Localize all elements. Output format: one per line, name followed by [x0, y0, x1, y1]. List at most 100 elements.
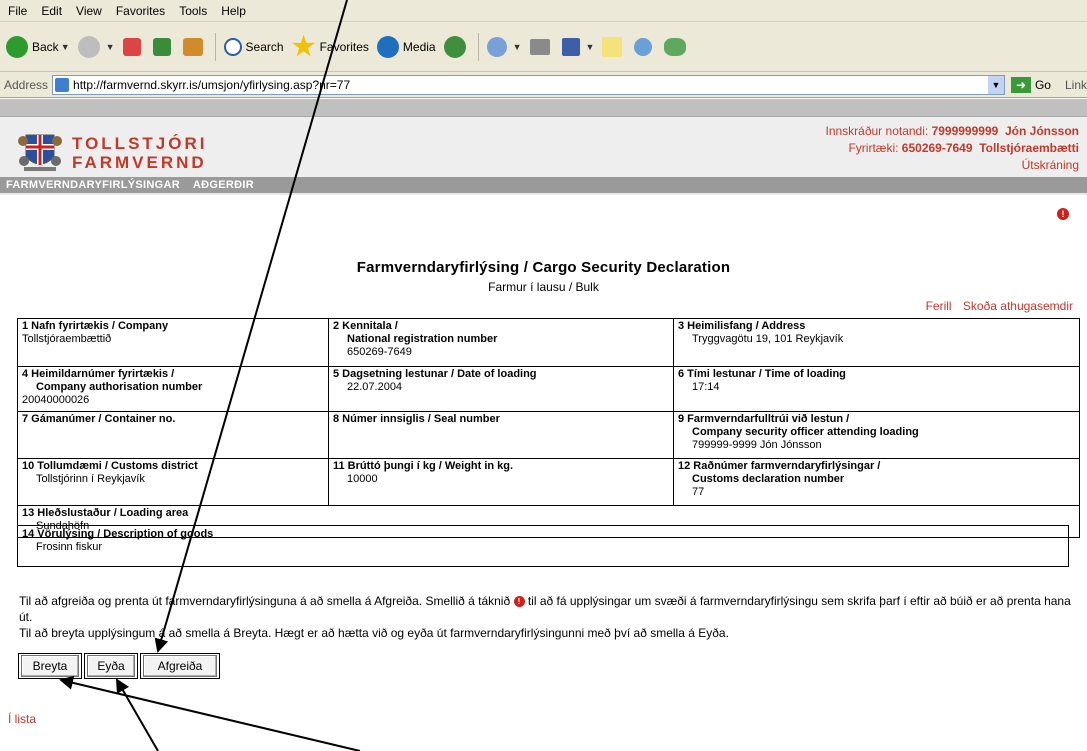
- field-weight: 11 Brúttó þungi í kg / Weight in kg. 100…: [328, 458, 674, 506]
- go-arrow-icon: ➜: [1010, 76, 1031, 93]
- user-label: Innskráður notandi:: [825, 124, 929, 138]
- annotation-arrow-edit: [59, 675, 361, 751]
- instruction-text: Til að afgreiða og prenta út farmverndar…: [19, 594, 511, 608]
- chevron-down-icon[interactable]: ▼: [987, 75, 1004, 94]
- goods-table: 14 Vörulýsing / Description of goods Fro…: [17, 525, 1069, 567]
- contacts-button[interactable]: [664, 37, 690, 56]
- favorites-label: Favorites: [319, 39, 369, 54]
- field-authorisation: 4 Heimildarnúmer fyrirtækis / Company au…: [17, 366, 329, 412]
- user-line: Innskráður notandi: 7999999999 Jón Jónss…: [825, 123, 1079, 140]
- main-nav: FARMVERNDARYFIRLÝSINGAR AÐGERÐIR: [0, 177, 1087, 193]
- menu-favorites[interactable]: Favorites: [116, 4, 165, 18]
- field-label: 13 Hleðslustaður / Loading area: [22, 507, 189, 519]
- page-subtitle: Farmur í lausu / Bulk: [488, 280, 599, 294]
- field-label: 12 Raðnúmer farmverndaryfirlýsingar /: [678, 460, 881, 472]
- field-value: 17:14: [692, 381, 720, 393]
- stop-icon: [122, 37, 141, 56]
- field-label: 14 Vörulýsing / Description of goods: [22, 528, 214, 540]
- field-label: 8 Númer innsiglis / Seal number: [333, 413, 500, 425]
- company-line: Fyrirtæki: 650269-7649 Tollstjóraembætti: [825, 140, 1079, 157]
- delete-button[interactable]: Eyða: [87, 655, 135, 677]
- go-button[interactable]: ➜ Go: [1010, 76, 1051, 93]
- gray-strip: [0, 99, 1087, 117]
- nav-divider: [0, 193, 1087, 195]
- favorites-button[interactable]: Favorites: [292, 34, 369, 59]
- forward-button[interactable]: ▼: [77, 35, 115, 58]
- home-button[interactable]: [182, 37, 207, 56]
- field-container-no: 7 Gámanúmer / Container no.: [17, 411, 329, 459]
- edit-button[interactable]: ▼: [561, 37, 594, 56]
- user-id: 7999999999: [931, 124, 999, 138]
- company-label: Fyrirtæki:: [848, 141, 899, 155]
- back-button[interactable]: Back ▼: [6, 35, 70, 58]
- address-input[interactable]: http://farmvernd.skyrr.is/umsjon/yfirlys…: [52, 74, 1005, 95]
- back-to-list-link[interactable]: Í lista: [8, 712, 36, 726]
- media-button[interactable]: Media: [376, 35, 436, 58]
- edit-button[interactable]: Breyta: [21, 655, 79, 677]
- word-icon: [561, 37, 580, 56]
- links-label[interactable]: Link: [1065, 78, 1087, 92]
- instruction-line-1: Til að afgreiða og prenta út farmverndar…: [19, 593, 1081, 625]
- declaration-table: 1 Nafn fyrirtækis / Company Tollstjóraem…: [17, 318, 1080, 538]
- search-label: Search: [245, 39, 284, 54]
- favorites-star-icon: [292, 34, 316, 57]
- page-icon: [55, 77, 70, 92]
- process-button[interactable]: Afgreiða: [143, 655, 217, 677]
- company-name: Tollstjóraembætti: [979, 141, 1079, 155]
- address-label: Address: [4, 77, 49, 92]
- browser-menubar: File Edit View Favorites Tools Help: [0, 0, 1087, 22]
- logout-link[interactable]: Útskráning: [825, 157, 1079, 174]
- field-declaration-number: 12 Raðnúmer farmverndaryfirlýsingar / Cu…: [673, 458, 1080, 506]
- home-icon: [182, 37, 203, 56]
- search-icon: [223, 37, 242, 56]
- mail-icon: [486, 36, 507, 57]
- media-label: Media: [402, 39, 436, 54]
- back-label: Back: [32, 39, 59, 54]
- field-label: Customs declaration number: [692, 473, 845, 485]
- messenger-button[interactable]: [634, 37, 656, 56]
- history-link[interactable]: Ferill: [926, 299, 952, 313]
- brand-name: TOLLSTJÓRI: [72, 134, 208, 153]
- menu-help[interactable]: Help: [221, 4, 246, 18]
- field-value: Tryggvagötu 19, 101 Reykjavík: [692, 333, 844, 345]
- field-address: 3 Heimilisfang / Address Tryggvagötu 19,…: [673, 318, 1080, 367]
- menu-tools[interactable]: Tools: [179, 4, 207, 18]
- stop-button[interactable]: [122, 37, 145, 56]
- field-label: National registration number: [347, 333, 498, 345]
- nav-item-actions[interactable]: AÐGERÐIR: [193, 179, 254, 191]
- print-button[interactable]: [529, 38, 554, 55]
- refresh-button[interactable]: [152, 37, 175, 56]
- menu-edit[interactable]: Edit: [41, 4, 62, 18]
- company-id: 650269-7649: [901, 141, 973, 155]
- refresh-icon: [152, 37, 171, 56]
- note-icon: [602, 36, 623, 57]
- go-label: Go: [1034, 77, 1051, 92]
- menu-view[interactable]: View: [76, 4, 102, 18]
- note-button[interactable]: [602, 36, 626, 57]
- view-comments-link[interactable]: Skoða athugasemdir: [963, 299, 1073, 313]
- field-value: 799999-9999 Jón Jónsson: [692, 439, 822, 451]
- mail-button[interactable]: ▼: [486, 36, 522, 57]
- field-label: 10 Tollumdæmi / Customs district: [22, 460, 198, 472]
- menu-file[interactable]: File: [8, 4, 27, 18]
- field-label: 1 Nafn fyrirtækis / Company: [22, 320, 169, 332]
- user-info: Innskráður notandi: 7999999999 Jón Jónss…: [825, 123, 1079, 174]
- field-date-of-loading: 5 Dagsetning lestunar / Date of loading …: [328, 366, 674, 412]
- field-label: 6 Tími lestunar / Time of loading: [678, 368, 846, 380]
- history-button[interactable]: [443, 35, 470, 58]
- field-value: 10000: [347, 473, 378, 485]
- field-label: 3 Heimilisfang / Address: [678, 320, 806, 332]
- field-value: 650269-7649: [347, 346, 412, 358]
- field-value: 77: [692, 486, 705, 498]
- field-seal-number: 8 Númer innsiglis / Seal number: [328, 411, 674, 459]
- chevron-down-icon: ▼: [105, 41, 115, 52]
- history-icon: [443, 35, 466, 58]
- field-customs-district: 10 Tollumdæmi / Customs district Tollstj…: [17, 458, 329, 506]
- field-company: 1 Nafn fyrirtækis / Company Tollstjóraem…: [17, 318, 329, 367]
- messenger-icon: [634, 37, 653, 56]
- nav-item-declarations[interactable]: FARMVERNDARYFIRLÝSINGAR: [6, 179, 180, 191]
- search-button[interactable]: Search: [223, 37, 284, 56]
- info-icon[interactable]: !: [1057, 208, 1069, 220]
- forward-arrow-icon: [77, 35, 100, 58]
- address-url: http://farmvernd.skyrr.is/umsjon/yfirlys…: [73, 77, 351, 92]
